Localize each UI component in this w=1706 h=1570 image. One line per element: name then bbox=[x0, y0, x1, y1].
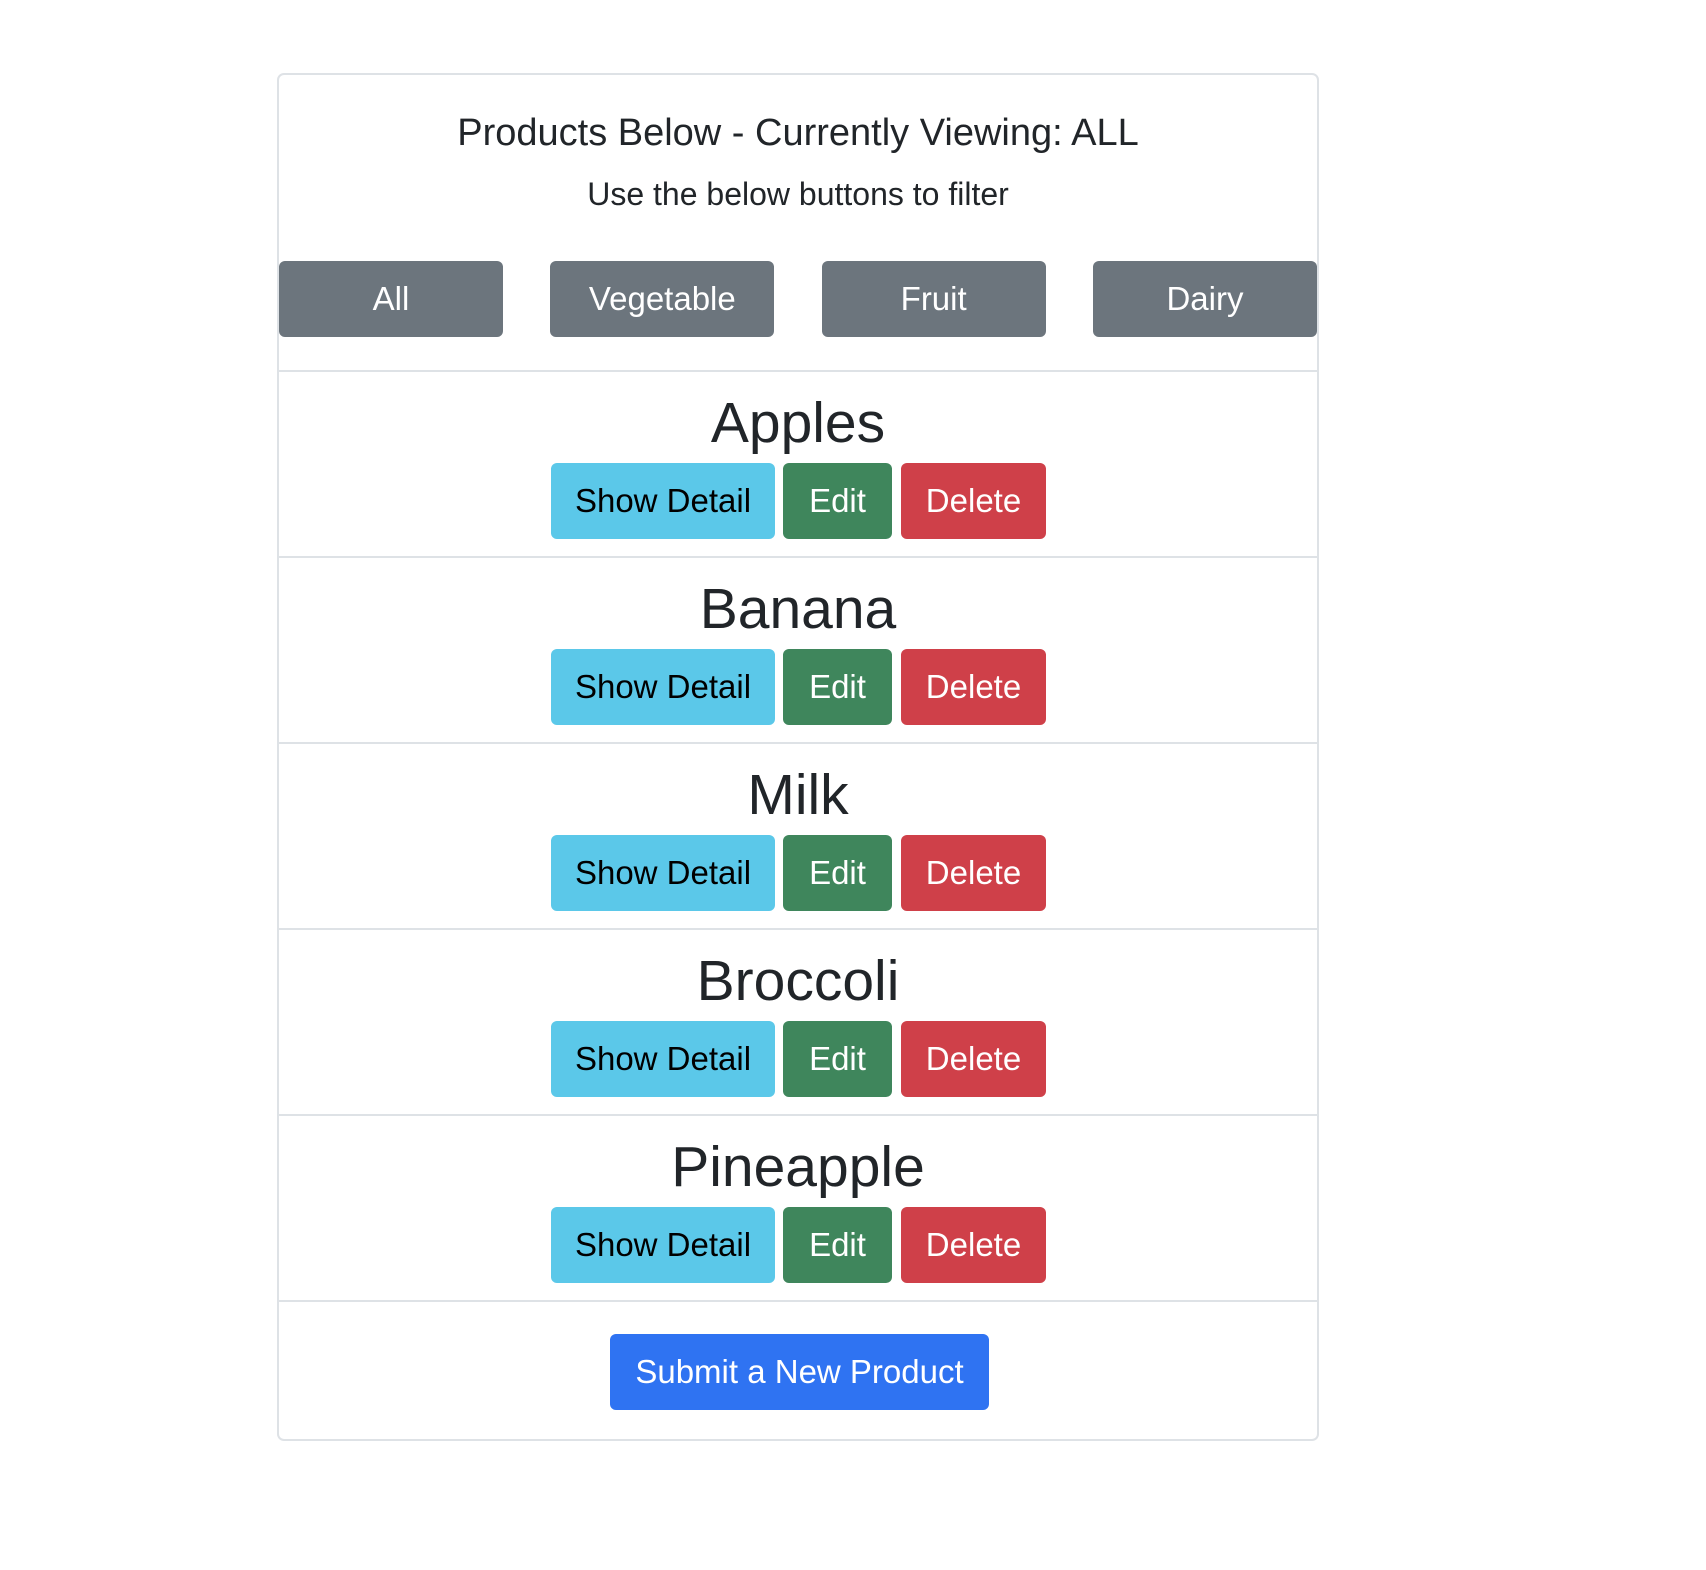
filter-bar: All Vegetable Fruit Dairy bbox=[279, 261, 1317, 337]
edit-button[interactable]: Edit bbox=[783, 1207, 892, 1283]
product-name: Milk bbox=[747, 763, 849, 827]
products-card: Products Below - Currently Viewing: ALL … bbox=[277, 73, 1319, 1441]
edit-button[interactable]: Edit bbox=[783, 649, 892, 725]
product-item-apples: Apples Show Detail Edit Delete bbox=[279, 372, 1317, 558]
show-detail-button[interactable]: Show Detail bbox=[551, 1021, 775, 1097]
delete-button[interactable]: Delete bbox=[901, 1021, 1046, 1097]
product-name: Banana bbox=[699, 577, 897, 641]
product-actions: Show Detail Edit Delete bbox=[279, 1021, 1317, 1097]
show-detail-button[interactable]: Show Detail bbox=[551, 649, 775, 725]
delete-button[interactable]: Delete bbox=[901, 835, 1046, 911]
delete-button[interactable]: Delete bbox=[901, 463, 1046, 539]
edit-button[interactable]: Edit bbox=[783, 463, 892, 539]
product-item-broccoli: Broccoli Show Detail Edit Delete bbox=[279, 930, 1317, 1116]
product-item-milk: Milk Show Detail Edit Delete bbox=[279, 744, 1317, 930]
product-actions: Show Detail Edit Delete bbox=[279, 1207, 1317, 1283]
edit-button[interactable]: Edit bbox=[783, 1021, 892, 1097]
filter-vegetable-button[interactable]: Vegetable bbox=[550, 261, 775, 337]
product-name: Apples bbox=[710, 391, 886, 455]
show-detail-button[interactable]: Show Detail bbox=[551, 1207, 775, 1283]
page-title: Products Below - Currently Viewing: ALL bbox=[457, 112, 1139, 154]
product-actions: Show Detail Edit Delete bbox=[279, 835, 1317, 911]
product-name: Pineapple bbox=[671, 1135, 925, 1199]
product-actions: Show Detail Edit Delete bbox=[279, 463, 1317, 539]
submit-new-product-button[interactable]: Submit a New Product bbox=[610, 1334, 989, 1410]
product-item-pineapple: Pineapple Show Detail Edit Delete bbox=[279, 1116, 1317, 1302]
card-header: Products Below - Currently Viewing: ALL … bbox=[279, 75, 1317, 372]
card-footer: Submit a New Product bbox=[279, 1302, 1317, 1439]
filter-dairy-button[interactable]: Dairy bbox=[1092, 261, 1317, 337]
product-item-banana: Banana Show Detail Edit Delete bbox=[279, 558, 1317, 744]
edit-button[interactable]: Edit bbox=[783, 835, 892, 911]
product-actions: Show Detail Edit Delete bbox=[279, 649, 1317, 725]
filter-fruit-button[interactable]: Fruit bbox=[821, 261, 1046, 337]
show-detail-button[interactable]: Show Detail bbox=[551, 835, 775, 911]
show-detail-button[interactable]: Show Detail bbox=[551, 463, 775, 539]
delete-button[interactable]: Delete bbox=[901, 649, 1046, 725]
filter-all-button[interactable]: All bbox=[279, 261, 503, 337]
delete-button[interactable]: Delete bbox=[901, 1207, 1046, 1283]
filter-instructions: Use the below buttons to filter bbox=[587, 176, 1009, 212]
product-name: Broccoli bbox=[696, 949, 900, 1013]
